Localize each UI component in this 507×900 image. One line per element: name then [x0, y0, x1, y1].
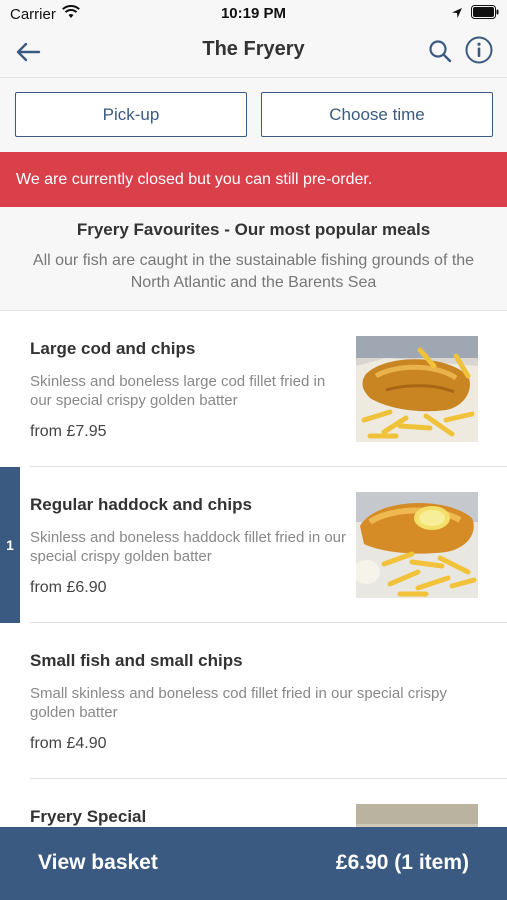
menu-item-name: Large cod and chips [30, 339, 196, 358]
menu-item-price: from £7.95 [30, 423, 107, 440]
info-button[interactable] [464, 34, 494, 66]
menu-item-price: from £4.90 [30, 735, 107, 752]
menu-item-regular-haddock[interactable]: 1 Regular haddock and chips Skinless and… [0, 467, 507, 623]
order-options: Pick-up Choose time [0, 78, 507, 152]
view-basket-label: View basket [38, 851, 158, 874]
menu-item-name: Small fish and small chips [30, 651, 243, 670]
search-icon [429, 40, 452, 63]
status-bar: Carrier 10:19 PM [0, 0, 507, 28]
menu-item-description: Skinless and boneless haddock fillet fri… [30, 529, 347, 565]
menu-item-name: Fryery Special [30, 807, 147, 826]
menu-list: Large cod and chips Skinless and boneles… [0, 311, 507, 900]
info-icon [465, 36, 493, 64]
closed-banner-text: We are currently closed but you can stil… [16, 170, 373, 188]
basket-total: £6.90 (1 item) [335, 851, 469, 874]
location-arrow-icon [451, 6, 463, 23]
navigation-bar: The Fryery [0, 28, 507, 78]
pickup-button[interactable]: Pick-up [15, 92, 247, 137]
menu-item-small-fish[interactable]: Small fish and small chips Small skinles… [0, 623, 507, 779]
closed-banner: We are currently closed but you can stil… [0, 152, 507, 207]
view-basket-bar[interactable]: View basket £6.90 (1 item) [0, 827, 507, 900]
status-time: 10:19 PM [220, 5, 287, 22]
battery-icon [471, 5, 499, 23]
section-description: All our fish are caught in the sustainab… [32, 252, 475, 291]
menu-item-large-cod[interactable]: Large cod and chips Skinless and boneles… [0, 311, 507, 467]
fish-and-chips-image [356, 336, 478, 442]
menu-item-description: Skinless and boneless large cod fillet f… [30, 373, 326, 409]
section-title: Fryery Favourites - Our most popular mea… [76, 220, 431, 239]
choose-time-button[interactable]: Choose time [261, 92, 493, 137]
search-button[interactable] [425, 35, 455, 67]
section-header: Fryery Favourites - Our most popular mea… [0, 207, 507, 311]
quantity-badge: 1 [0, 467, 20, 623]
menu-item-name: Regular haddock and chips [30, 495, 252, 514]
menu-item-description: Small skinless and boneless cod fillet f… [30, 685, 447, 721]
menu-item-price: from £6.90 [30, 579, 107, 596]
fish-and-chips-image [356, 492, 478, 598]
